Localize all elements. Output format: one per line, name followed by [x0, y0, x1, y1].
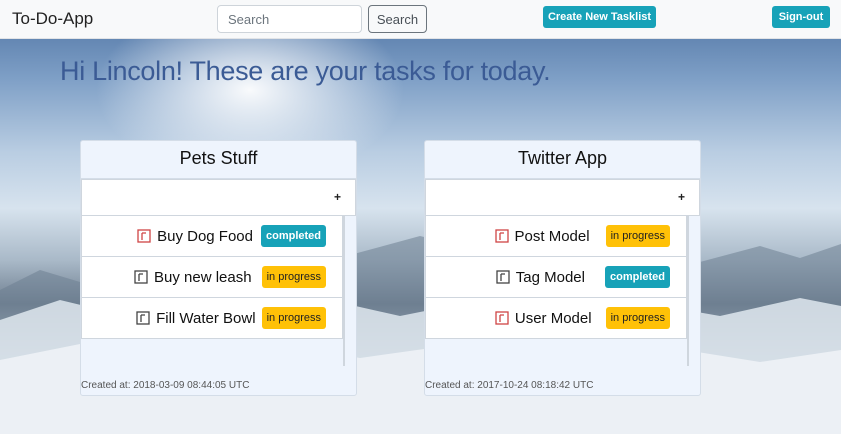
brand-logo[interactable]: To-Do-App [12, 9, 93, 29]
add-task-row: + [425, 179, 700, 216]
search-button[interactable]: Search [368, 5, 427, 33]
task-item[interactable]: Buy new leash in progress [81, 257, 343, 298]
note-red-icon[interactable] [494, 228, 510, 244]
note-gray-icon[interactable] [496, 269, 511, 285]
task-name: Buy Dog Food [157, 227, 253, 245]
task-item[interactable]: Post Model in progress [425, 216, 687, 257]
scrollbar[interactable] [687, 216, 689, 366]
add-task-button[interactable]: + [678, 190, 685, 204]
task-name: Post Model [514, 227, 590, 245]
note-gray-icon[interactable] [136, 310, 151, 326]
create-tasklist-button[interactable]: Create New Tasklist [543, 6, 656, 28]
task-name: User Model [514, 309, 592, 327]
status-badge[interactable]: completed [604, 266, 670, 288]
note-red-icon[interactable] [495, 310, 510, 326]
status-badge[interactable]: in progress [261, 266, 326, 288]
status-badge[interactable]: in progress [605, 307, 670, 329]
tasklist-title: Twitter App [425, 141, 700, 179]
task-item[interactable]: Tag Model completed [425, 257, 687, 298]
tasklist-card: Twitter App + Post Model in progress Tag… [424, 140, 701, 396]
task-list: Buy Dog Food completed Buy new leash in … [81, 216, 343, 339]
tasklist-title: Pets Stuff [81, 141, 356, 179]
created-timestamp: Created at: 2018-03-09 08:44:05 UTC [81, 380, 250, 391]
created-timestamp: Created at: 2017-10-24 08:18:42 UTC [425, 380, 594, 391]
signout-button[interactable]: Sign-out [772, 6, 830, 28]
page-title: Hi Lincoln! These are your tasks for tod… [60, 56, 551, 86]
task-item[interactable]: User Model in progress [425, 298, 687, 339]
status-badge[interactable]: completed [260, 225, 326, 247]
note-gray-icon[interactable] [134, 269, 149, 285]
task-name: Fill Water Bowl [156, 309, 256, 327]
task-name: Tag Model [515, 268, 585, 286]
status-badge[interactable]: in progress [261, 307, 326, 329]
scrollbar[interactable] [343, 216, 345, 366]
add-task-button[interactable]: + [334, 190, 341, 204]
tasklist-card: Pets Stuff + Buy Dog Food completed Buy … [80, 140, 357, 396]
task-list: Post Model in progress Tag Model complet… [425, 216, 687, 339]
task-item[interactable]: Buy Dog Food completed [81, 216, 343, 257]
task-name: Buy new leash [154, 268, 252, 286]
add-task-row: + [81, 179, 356, 216]
note-red-icon[interactable] [137, 228, 152, 244]
status-badge[interactable]: in progress [605, 225, 670, 247]
task-item[interactable]: Fill Water Bowl in progress [81, 298, 343, 339]
navbar: To-Do-App Search Create New Tasklist Sig… [0, 0, 841, 39]
search-input[interactable] [217, 5, 362, 33]
